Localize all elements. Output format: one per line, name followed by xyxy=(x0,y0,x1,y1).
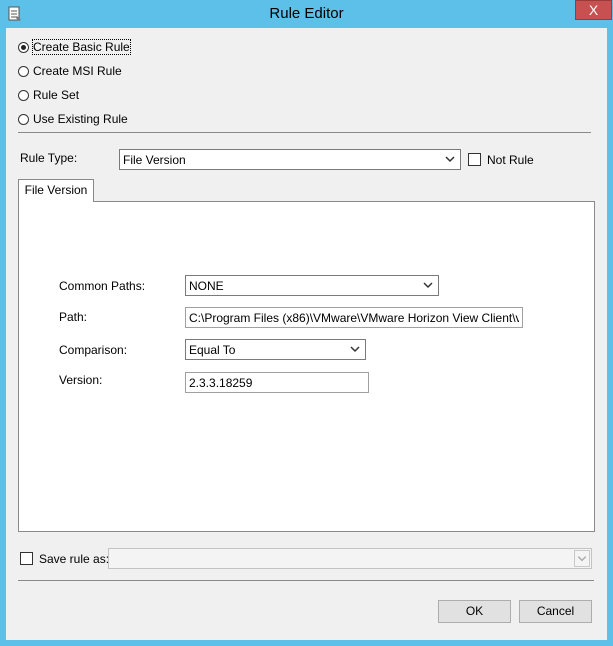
rule-type-value: File Version xyxy=(123,153,186,167)
chevron-down-icon xyxy=(350,346,360,353)
close-icon: X xyxy=(588,2,599,18)
chevron-down-icon xyxy=(423,282,433,289)
chevron-down-icon xyxy=(577,556,587,562)
common-paths-value: NONE xyxy=(189,279,224,293)
radio-button[interactable] xyxy=(18,65,29,77)
radio-label: Create MSI Rule xyxy=(33,64,122,78)
separator xyxy=(18,580,594,581)
comparison-label: Comparison: xyxy=(59,343,128,357)
cancel-button[interactable]: Cancel xyxy=(519,600,592,623)
tab-label: File Version xyxy=(24,183,88,197)
window-title: Rule Editor xyxy=(269,5,344,22)
path-input[interactable]: C:\Program Files (x86)\VMware\VMware Hor… xyxy=(185,307,523,328)
radio-use-existing-rule[interactable]: Use Existing Rule xyxy=(18,111,128,127)
common-paths-label: Common Paths: xyxy=(59,279,146,293)
radio-label: Use Existing Rule xyxy=(33,112,128,126)
save-rule-checkbox[interactable] xyxy=(20,552,33,565)
ok-button[interactable]: OK xyxy=(438,600,511,623)
radio-rule-set[interactable]: Rule Set xyxy=(18,87,79,103)
version-input[interactable]: 2.3.3.18259 xyxy=(185,372,369,393)
dropdown-button[interactable] xyxy=(574,550,590,567)
chevron-down-icon xyxy=(445,156,455,163)
separator xyxy=(18,132,591,133)
radio-create-basic-rule[interactable]: Create Basic Rule xyxy=(18,39,131,55)
comparison-dropdown[interactable]: Equal To xyxy=(185,339,366,360)
path-label: Path: xyxy=(59,310,88,324)
radio-button[interactable] xyxy=(18,89,29,101)
rule-type-dropdown[interactable]: File Version xyxy=(119,149,461,170)
path-value: C:\Program Files (x86)\VMware\VMware Hor… xyxy=(189,311,519,325)
version-value: 2.3.3.18259 xyxy=(189,376,253,390)
radio-button-selected[interactable] xyxy=(18,41,29,53)
common-paths-dropdown[interactable]: NONE xyxy=(185,275,439,296)
not-rule-checkbox[interactable] xyxy=(468,153,481,166)
close-button[interactable]: X xyxy=(575,0,612,20)
radio-create-msi-rule[interactable]: Create MSI Rule xyxy=(18,63,122,79)
tab-file-version[interactable]: File Version xyxy=(18,179,94,202)
version-label: Version: xyxy=(59,373,103,387)
comparison-value: Equal To xyxy=(189,343,236,357)
tab-panel-file-version xyxy=(18,201,595,532)
not-rule-label: Not Rule xyxy=(487,153,534,167)
radio-label: Create Basic Rule xyxy=(32,39,131,55)
rule-type-label: Rule Type: xyxy=(20,151,78,165)
save-rule-label: Save rule as: xyxy=(39,552,110,566)
radio-label: Rule Set xyxy=(33,88,80,102)
save-rule-dropdown[interactable] xyxy=(108,548,592,569)
radio-button[interactable] xyxy=(18,113,29,125)
